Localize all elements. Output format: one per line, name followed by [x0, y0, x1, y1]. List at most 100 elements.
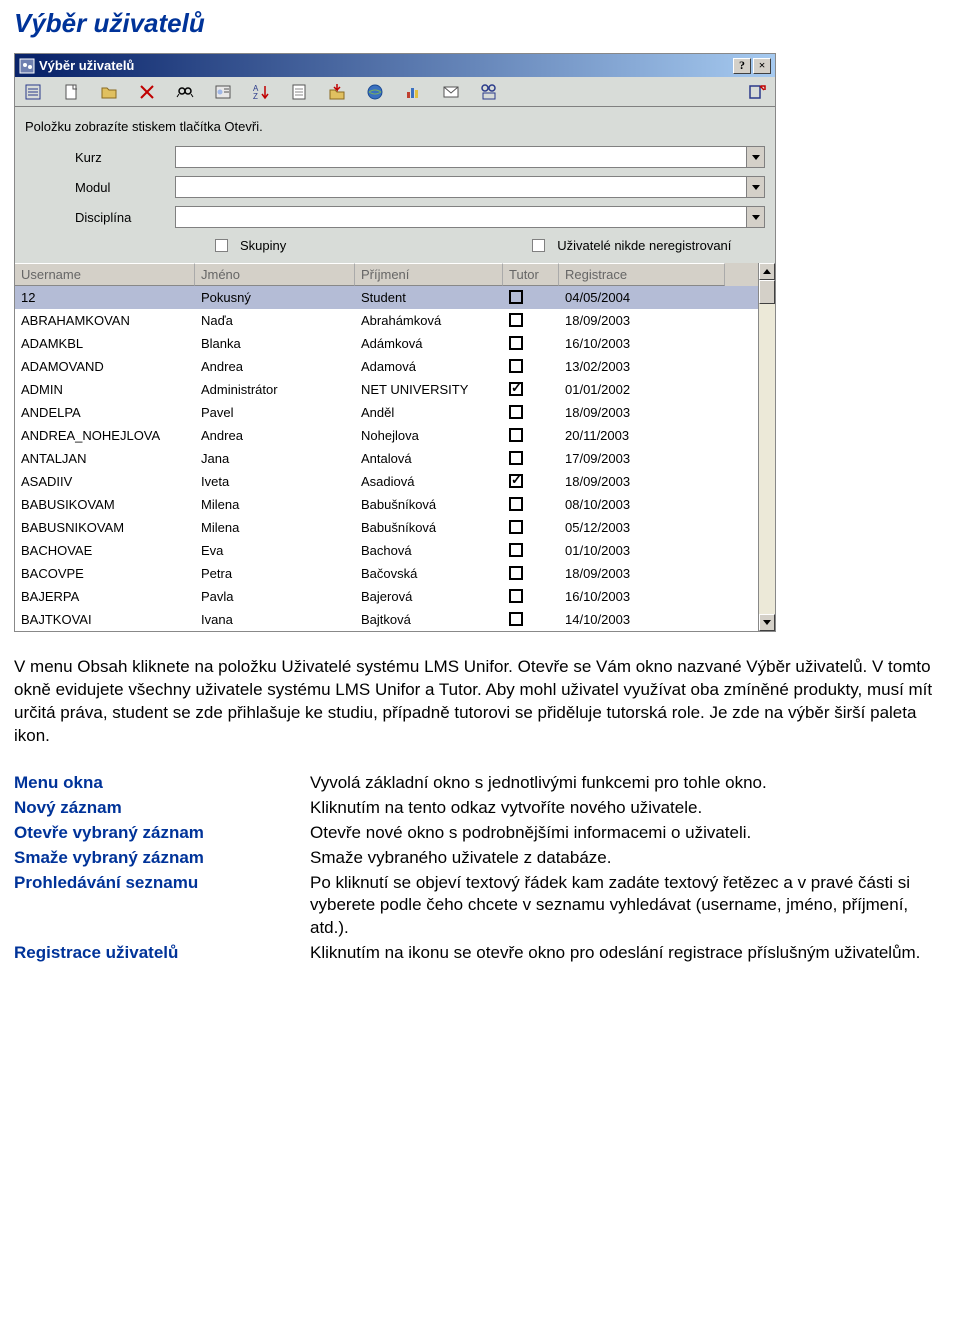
checkbox-skupiny-label: Skupiny [240, 238, 286, 253]
export-icon[interactable] [325, 81, 349, 103]
tutor-checkbox[interactable] [509, 497, 523, 511]
col-registrace[interactable]: Registrace [559, 263, 725, 286]
chevron-down-icon[interactable] [746, 207, 764, 227]
properties-icon[interactable] [287, 81, 311, 103]
stats-icon[interactable] [401, 81, 425, 103]
scroll-track[interactable] [759, 280, 775, 614]
sort-icon[interactable]: AZ [249, 81, 273, 103]
tutor-checkbox[interactable] [509, 382, 523, 396]
cell-username: ADAMOVAND [15, 356, 195, 377]
grid-body: 12PokusnýStudent04/05/2004ABRAHAMKOVANNa… [15, 286, 758, 631]
table-row[interactable]: 12PokusnýStudent04/05/2004 [15, 286, 758, 309]
exit-icon[interactable] [745, 81, 769, 103]
col-jmeno[interactable]: Jméno [195, 263, 355, 286]
table-row[interactable]: BACHOVAEEvaBachová01/10/2003 [15, 539, 758, 562]
col-username[interactable]: Username [15, 263, 195, 286]
titlebar-close-button[interactable]: × [753, 58, 771, 74]
table-row[interactable]: BABUSIKOVAMMilenaBabušníková08/10/2003 [15, 493, 758, 516]
cell-registrace: 18/09/2003 [559, 310, 725, 331]
cell-tutor [503, 332, 559, 355]
app-icon [19, 58, 35, 74]
cell-jmeno: Pokusný [195, 287, 355, 308]
cell-registrace: 16/10/2003 [559, 333, 725, 354]
filter-disciplina-combo[interactable] [175, 206, 765, 228]
scroll-thumb[interactable] [759, 280, 775, 304]
scroll-down-button[interactable] [759, 614, 775, 631]
table-row[interactable]: ADMINAdministrátorNET UNIVERSITY01/01/20… [15, 378, 758, 401]
tutor-checkbox[interactable] [509, 474, 523, 488]
tutor-checkbox[interactable] [509, 566, 523, 580]
toolbar: AZ [15, 77, 775, 107]
new-icon[interactable] [59, 81, 83, 103]
table-row[interactable]: ASADIIVIvetaAsadiová18/09/2003 [15, 470, 758, 493]
definition-term: Registrace uživatelů [14, 942, 294, 965]
cell-prijmeni: Antalová [355, 448, 503, 469]
web-icon[interactable] [363, 81, 387, 103]
definitions-list: Menu oknaVyvolá základní okno s jednotli… [14, 772, 944, 966]
checkbox-nereg[interactable] [532, 239, 545, 252]
cell-username: ADAMKBL [15, 333, 195, 354]
filter-kurz-combo[interactable] [175, 146, 765, 168]
tutor-checkbox[interactable] [509, 428, 523, 442]
menu-icon[interactable] [21, 81, 45, 103]
cell-registrace: 05/12/2003 [559, 517, 725, 538]
tutor-checkbox[interactable] [509, 589, 523, 603]
cell-tutor [503, 286, 559, 309]
tutor-checkbox[interactable] [509, 290, 523, 304]
checkbox-skupiny[interactable] [215, 239, 228, 252]
cell-username: BABUSNIKOVAM [15, 517, 195, 538]
chevron-down-icon[interactable] [746, 177, 764, 197]
table-row[interactable]: BAJTKOVAIIvanaBajtková14/10/2003 [15, 608, 758, 631]
table-row[interactable]: ANDREA_NOHEJLOVAAndreaNohejlova20/11/200… [15, 424, 758, 447]
cell-prijmeni: Anděl [355, 402, 503, 423]
filter-kurz-input[interactable] [176, 147, 746, 167]
filter-modul-combo[interactable] [175, 176, 765, 198]
table-row[interactable]: ANTALJANJanaAntalová17/09/2003 [15, 447, 758, 470]
delete-icon[interactable] [135, 81, 159, 103]
table-row[interactable]: ANDELPAPavelAnděl18/09/2003 [15, 401, 758, 424]
email-icon[interactable] [439, 81, 463, 103]
viewusers-icon[interactable] [477, 81, 501, 103]
definition-desc: Po kliknutí se objeví textový řádek kam … [310, 872, 944, 941]
filter-disciplina-input[interactable] [176, 207, 746, 227]
filter-modul-input[interactable] [176, 177, 746, 197]
table-row[interactable]: ADAMKBLBlankaAdámková16/10/2003 [15, 332, 758, 355]
svg-text:Z: Z [253, 92, 258, 101]
tutor-checkbox[interactable] [509, 313, 523, 327]
filter-modul-row: Modul [15, 172, 775, 202]
cell-jmeno: Milena [195, 494, 355, 515]
open-icon[interactable] [97, 81, 121, 103]
tutor-checkbox[interactable] [509, 543, 523, 557]
col-prijmeni[interactable]: Příjmení [355, 263, 503, 286]
cell-prijmeni: Babušníková [355, 517, 503, 538]
table-row[interactable]: BAJERPAPavlaBajerová16/10/2003 [15, 585, 758, 608]
table-row[interactable]: BABUSNIKOVAMMilenaBabušníková05/12/2003 [15, 516, 758, 539]
search-icon[interactable] [173, 81, 197, 103]
scroll-up-button[interactable] [759, 263, 775, 280]
cell-username: ASADIIV [15, 471, 195, 492]
tutor-checkbox[interactable] [509, 405, 523, 419]
table-row[interactable]: ADAMOVANDAndreaAdamová13/02/2003 [15, 355, 758, 378]
cell-registrace: 17/09/2003 [559, 448, 725, 469]
tutor-checkbox[interactable] [509, 520, 523, 534]
page-title: Výběr uživatelů [14, 8, 946, 39]
col-tutor[interactable]: Tutor [503, 263, 559, 286]
titlebar-help-button[interactable]: ? [733, 58, 751, 74]
table-row[interactable]: BACOVPEPetraBačovská18/09/2003 [15, 562, 758, 585]
tutor-checkbox[interactable] [509, 336, 523, 350]
registrace-icon[interactable] [211, 81, 235, 103]
vertical-scrollbar[interactable] [758, 263, 775, 631]
tutor-checkbox[interactable] [509, 451, 523, 465]
cell-tutor [503, 447, 559, 470]
tutor-checkbox[interactable] [509, 359, 523, 373]
chevron-down-icon[interactable] [746, 147, 764, 167]
table-row[interactable]: ABRAHAMKOVANNaďaAbrahámková18/09/2003 [15, 309, 758, 332]
cell-jmeno: Andrea [195, 425, 355, 446]
cell-username: BAJERPA [15, 586, 195, 607]
cell-prijmeni: Bachová [355, 540, 503, 561]
dialog-window: Výběr uživatelů ? × AZ Položku zobrazíte… [14, 53, 776, 632]
definition-desc: Kliknutím na tento odkaz vytvoříte novéh… [310, 797, 944, 820]
cell-prijmeni: Adamová [355, 356, 503, 377]
tutor-checkbox[interactable] [509, 612, 523, 626]
cell-prijmeni: Bajtková [355, 609, 503, 630]
